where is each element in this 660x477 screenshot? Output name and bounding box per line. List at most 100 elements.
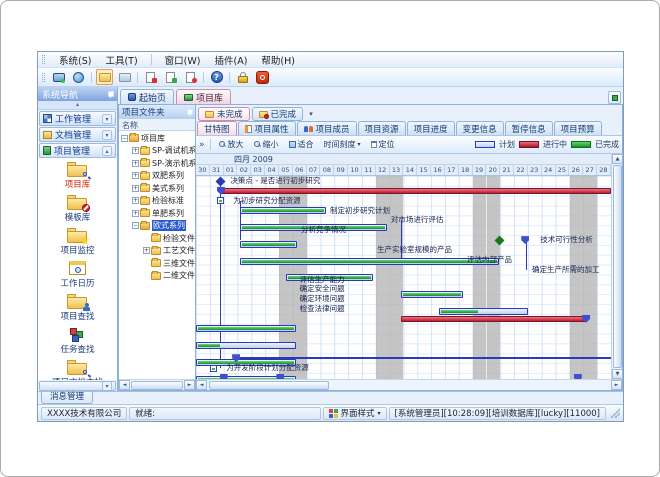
window-layout-icon[interactable] xyxy=(116,69,133,85)
tab-project-resources[interactable]: 项目资源 xyxy=(358,121,406,135)
gantt-task-bar[interactable] xyxy=(240,258,499,265)
btn-zoom-out[interactable]: 缩小 xyxy=(251,138,282,151)
scrollbar-thumb[interactable] xyxy=(209,381,329,390)
nav-work-calendar[interactable]: 工作日历 xyxy=(38,260,117,293)
expand-icon[interactable]: + xyxy=(132,210,139,217)
expand-icon[interactable]: + xyxy=(132,172,139,179)
nav-collapse-button[interactable]: ▴ xyxy=(38,101,117,110)
workspace-icon[interactable] xyxy=(50,69,67,85)
tree-sp-debug-series[interactable]: +SP-调试机系列 xyxy=(119,145,195,158)
filter-more-button[interactable]: ▾ xyxy=(305,108,317,121)
weekend-band xyxy=(487,176,501,379)
tab-start-page[interactable]: 起始页 xyxy=(120,89,174,104)
tab-project-props[interactable]: 项目属性 xyxy=(238,121,296,135)
gantt-milestone[interactable] xyxy=(215,176,225,186)
btn-fit[interactable]: 适合 xyxy=(286,138,317,151)
gantt-task-bar[interactable] xyxy=(196,325,296,332)
scroll-down-icon[interactable]: ▼ xyxy=(612,369,623,379)
tab-incomplete[interactable]: 未完成 xyxy=(198,107,250,121)
pin-icon[interactable] xyxy=(185,109,192,116)
assignment-note-icon[interactable] xyxy=(210,365,217,372)
btn-locate[interactable]: 定位 xyxy=(368,138,398,151)
gantt-vertical-scrollbar[interactable]: ▲ ▼ xyxy=(611,154,622,379)
tab-project-progress[interactable]: 项目进度 xyxy=(407,121,455,135)
tree-2d-files[interactable]: 二维文件 xyxy=(119,270,195,283)
gantt-task-bar[interactable] xyxy=(240,241,297,248)
tab-project-library[interactable]: 项目库 xyxy=(176,89,231,104)
scroll-left-icon[interactable]: ◄ xyxy=(196,380,207,390)
tree-3d-files[interactable]: 三维文件 xyxy=(119,257,195,270)
resize-grip[interactable] xyxy=(610,408,620,418)
section-work-mgmt[interactable]: 工作管理▾ xyxy=(39,111,116,126)
gantt-horizontal-scrollbar[interactable]: ◄ ► xyxy=(196,379,622,390)
nav-task-search[interactable]: 任务查找 xyxy=(38,326,117,359)
section-project-mgmt[interactable]: 项目管理▴ xyxy=(39,143,116,158)
scrollbar-thumb[interactable] xyxy=(613,165,622,368)
web-icon[interactable] xyxy=(70,69,87,85)
expand-icon[interactable]: + xyxy=(132,147,139,154)
menu-help[interactable]: 帮助(H) xyxy=(259,53,297,67)
tree-inspection-standard[interactable]: +检验标准 xyxy=(119,195,195,208)
tab-change-info[interactable]: 变更信息 xyxy=(456,121,504,135)
tab-options-button[interactable] xyxy=(608,91,621,104)
report-red-icon[interactable] xyxy=(142,69,159,85)
scroll-left-icon[interactable]: ◄ xyxy=(119,380,130,390)
report-blue-icon[interactable] xyxy=(182,69,199,85)
tab-message-management[interactable]: 消息管理 xyxy=(41,392,93,404)
tab-complete[interactable]: 已完成 xyxy=(252,107,304,121)
menu-system[interactable]: 系统(S) xyxy=(57,53,93,67)
nav-project-doc-search[interactable]: 项目文档查找 xyxy=(38,359,117,380)
tree-single-series[interactable]: +单肥系列 xyxy=(119,207,195,220)
toolbar-overflow-button[interactable]: » xyxy=(199,140,205,150)
tree-horizontal-scrollbar[interactable]: ◄ ► xyxy=(119,379,195,390)
lock-icon[interactable] xyxy=(234,69,251,85)
gantt-task-bar[interactable] xyxy=(401,291,463,298)
open-folder-icon[interactable] xyxy=(96,69,113,85)
tree-double-series[interactable]: +双肥系列 xyxy=(119,170,195,183)
menu-plugins[interactable]: 插件(A) xyxy=(212,53,249,67)
scroll-up-icon[interactable]: ▲ xyxy=(612,154,623,164)
btn-zoom-in[interactable]: 放大 xyxy=(216,138,247,151)
expand-icon[interactable]: + xyxy=(132,197,139,204)
tab-project-members[interactable]: 项目成员 xyxy=(297,121,357,135)
scroll-right-icon[interactable]: ► xyxy=(611,380,622,390)
btn-timescale[interactable]: 时间刻度▾ xyxy=(321,138,364,151)
gantt-task-bar[interactable] xyxy=(196,342,296,349)
tab-gantt[interactable]: 甘特图 xyxy=(197,121,237,135)
gantt-summary-bar[interactable] xyxy=(221,188,611,194)
section-doc-mgmt[interactable]: 文档管理▾ xyxy=(39,127,116,142)
gantt-task-bar[interactable] xyxy=(240,207,326,214)
tree-inspection-files[interactable]: 检验文件 xyxy=(119,232,195,245)
style-button[interactable]: 界面样式 ▾ xyxy=(323,407,387,420)
nav-template-library[interactable]: 模板库 xyxy=(38,194,117,227)
gantt-summary-line[interactable] xyxy=(236,357,611,359)
tree-process-files[interactable]: +工艺文件 xyxy=(119,245,195,258)
help-icon[interactable]: ? xyxy=(208,69,225,85)
nav-project-monitor[interactable]: 项目监控 xyxy=(38,227,117,260)
gantt-summary-bar[interactable] xyxy=(401,316,586,322)
pin-icon[interactable] xyxy=(106,91,113,98)
menu-tools[interactable]: 工具(T) xyxy=(103,53,139,67)
scroll-right-icon[interactable]: ► xyxy=(184,380,195,390)
expand-icon[interactable]: + xyxy=(132,185,139,192)
nav-project-library[interactable]: 项目库 xyxy=(38,161,117,194)
tree-european-series[interactable]: −欧式系列 xyxy=(119,220,195,233)
expand-icon[interactable]: + xyxy=(143,247,150,254)
nav-project-search[interactable]: 项目查找 xyxy=(38,293,117,326)
collapse-icon[interactable]: − xyxy=(121,135,128,142)
tab-pause-info[interactable]: 暂停信息 xyxy=(505,121,553,135)
menu-window[interactable]: 窗口(W) xyxy=(163,53,203,67)
expand-icon[interactable]: + xyxy=(132,160,139,167)
exit-icon[interactable] xyxy=(254,69,271,85)
scrollbar-thumb[interactable] xyxy=(131,381,183,390)
report-green-icon[interactable] xyxy=(162,69,179,85)
tree-project-library[interactable]: −项目库 xyxy=(119,132,195,145)
tab-project-budget[interactable]: 项目预算 xyxy=(554,121,602,135)
nav-section-partial[interactable]: ▾ xyxy=(39,381,116,391)
gantt-task-bar[interactable] xyxy=(439,308,528,315)
tree-american-series[interactable]: +美式系列 xyxy=(119,182,195,195)
assignment-note-icon[interactable] xyxy=(217,197,224,204)
tree-body: −项目库+SP-调试机系列+SP-演示机系列+双肥系列+美式系列+检验标准+单肥… xyxy=(119,131,195,379)
tree-sp-demo-series[interactable]: +SP-演示机系列 xyxy=(119,157,195,170)
collapse-icon[interactable]: − xyxy=(132,222,139,229)
